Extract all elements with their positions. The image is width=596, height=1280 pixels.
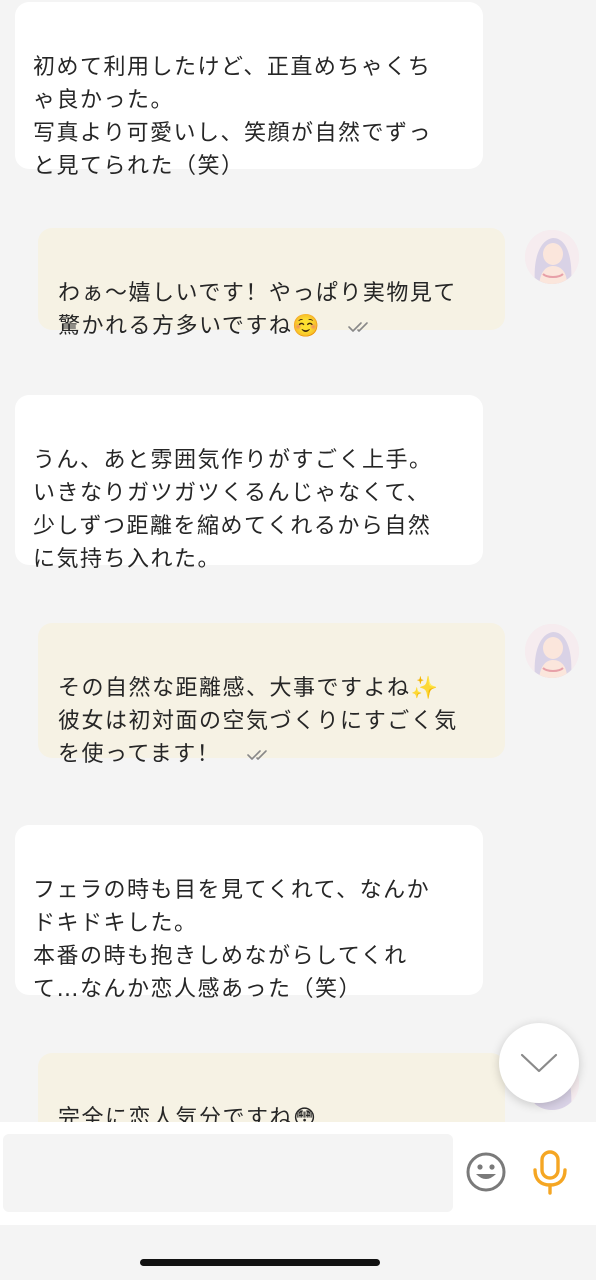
scroll-to-bottom-button[interactable] (499, 1023, 579, 1103)
avatar-image (525, 624, 579, 678)
message-text: わぁ〜嬉しいです！やっぱり実物見て 驚かれる方多いですね☺️ (58, 281, 457, 339)
message-text: うん、あと雰囲気作りがすごく上手。 いきなりガツガツくるんじゃなくて、 少しずつ… (33, 448, 433, 572)
message-bubble-incoming: うん、あと雰囲気作りがすごく上手。 いきなりガツガツくるんじゃなくて、 少しずつ… (15, 395, 483, 572)
message-text: 初めて利用したけど、正直めちゃくち ゃ良かった。 写真より可愛いし、笑顔が自然で… (33, 55, 433, 179)
microphone-icon[interactable] (530, 1150, 570, 1196)
double-check-icon (247, 750, 268, 760)
message-bubble-incoming: フェラの時も目を見てくれて、なんか ドキドキした。 本番の時も抱きしめながらして… (15, 825, 483, 1002)
home-indicator[interactable] (140, 1259, 380, 1266)
message-input[interactable] (3, 1134, 453, 1212)
message-bubble-outgoing: わぁ〜嬉しいです！やっぱり実物見て 驚かれる方多いですね☺️ (38, 228, 505, 339)
chevron-down-icon (520, 1053, 558, 1073)
avatar[interactable] (525, 624, 579, 678)
smiley-icon[interactable] (465, 1151, 507, 1193)
message-text: 完全に恋人気分ですね😳 気に入っていただけて何よりです！ (58, 1106, 318, 1122)
message-list[interactable]: 初めて利用したけど、正直めちゃくち ゃ良かった。 写真より可愛いし、笑顔が自然で… (0, 0, 596, 1122)
message-bubble-incoming: 初めて利用したけど、正直めちゃくち ゃ良かった。 写真より可愛いし、笑顔が自然で… (15, 2, 483, 179)
message-bubble-outgoing: 完全に恋人気分ですね😳 気に入っていただけて何よりです！ (38, 1053, 505, 1122)
message-bubble-outgoing: その自然な距離感、大事ですよね✨ 彼女は初対面の空気づくりにすごく気 を使ってま… (38, 623, 505, 767)
message-text: フェラの時も目を見てくれて、なんか ドキドキした。 本番の時も抱きしめながらして… (33, 878, 431, 1002)
bottom-safe-area (0, 1225, 596, 1280)
avatar-image (525, 230, 579, 284)
avatar[interactable] (525, 230, 579, 284)
double-check-icon (348, 322, 369, 332)
